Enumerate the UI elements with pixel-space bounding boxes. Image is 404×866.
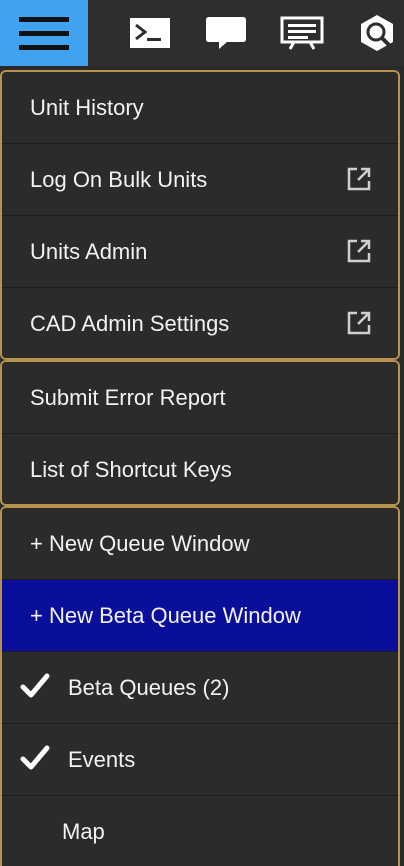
external-link-icon xyxy=(347,239,371,263)
menu-item-label: Log On Bulk Units xyxy=(30,167,208,192)
top-toolbar xyxy=(0,0,404,66)
menu-group-units: Unit History Log On Bulk Units Units Adm… xyxy=(0,70,400,360)
menu-item-beta-queues[interactable]: Beta Queues (2) xyxy=(2,652,398,724)
terminal-icon xyxy=(130,18,170,48)
menu-item-label: + New Beta Queue Window xyxy=(30,603,301,628)
chat-button[interactable] xyxy=(200,0,252,66)
menu-item-label: + New Queue Window xyxy=(30,531,250,556)
menu-item-label: Events xyxy=(68,747,136,772)
terminal-button[interactable] xyxy=(124,0,176,66)
menu-group-support: Submit Error Report List of Shortcut Key… xyxy=(0,360,400,506)
menu-item-map[interactable]: Map xyxy=(2,796,398,866)
checkmark-icon xyxy=(20,673,50,698)
main-dropdown-menu: Unit History Log On Bulk Units Units Adm… xyxy=(0,70,404,866)
menu-item-label: List of Shortcut Keys xyxy=(30,457,232,482)
menu-item-submit-error-report[interactable]: Submit Error Report xyxy=(2,362,398,434)
checkmark-icon xyxy=(20,745,50,770)
menu-item-new-queue-window[interactable]: + New Queue Window xyxy=(2,508,398,580)
menu-item-new-beta-queue-window[interactable]: + New Beta Queue Window xyxy=(2,580,398,652)
external-link-icon xyxy=(347,311,371,335)
menu-item-cad-admin-settings[interactable]: CAD Admin Settings xyxy=(2,288,398,358)
external-link-icon xyxy=(347,167,371,191)
hamburger-menu-icon xyxy=(19,17,69,50)
menu-item-log-on-bulk-units[interactable]: Log On Bulk Units xyxy=(2,144,398,216)
menu-item-list-of-shortcut-keys[interactable]: List of Shortcut Keys xyxy=(2,434,398,504)
search-gear-icon xyxy=(361,15,393,51)
menu-item-label: Units Admin xyxy=(30,239,148,264)
message-board-icon xyxy=(280,16,324,50)
search-button[interactable] xyxy=(350,0,404,66)
message-board-button[interactable] xyxy=(274,0,330,66)
menu-group-windows: + New Queue Window + New Beta Queue Wind… xyxy=(0,506,400,866)
menu-item-label: CAD Admin Settings xyxy=(30,311,230,336)
menu-item-events[interactable]: Events xyxy=(2,724,398,796)
menu-item-label: Unit History xyxy=(30,95,144,120)
menu-item-units-admin[interactable]: Units Admin xyxy=(2,216,398,288)
menu-item-unit-history[interactable]: Unit History xyxy=(2,72,398,144)
hamburger-menu-button[interactable] xyxy=(0,0,88,66)
menu-item-label: Submit Error Report xyxy=(30,385,226,410)
chat-icon xyxy=(206,17,246,49)
menu-item-label: Beta Queues (2) xyxy=(68,675,230,700)
menu-item-label: Map xyxy=(62,819,105,844)
